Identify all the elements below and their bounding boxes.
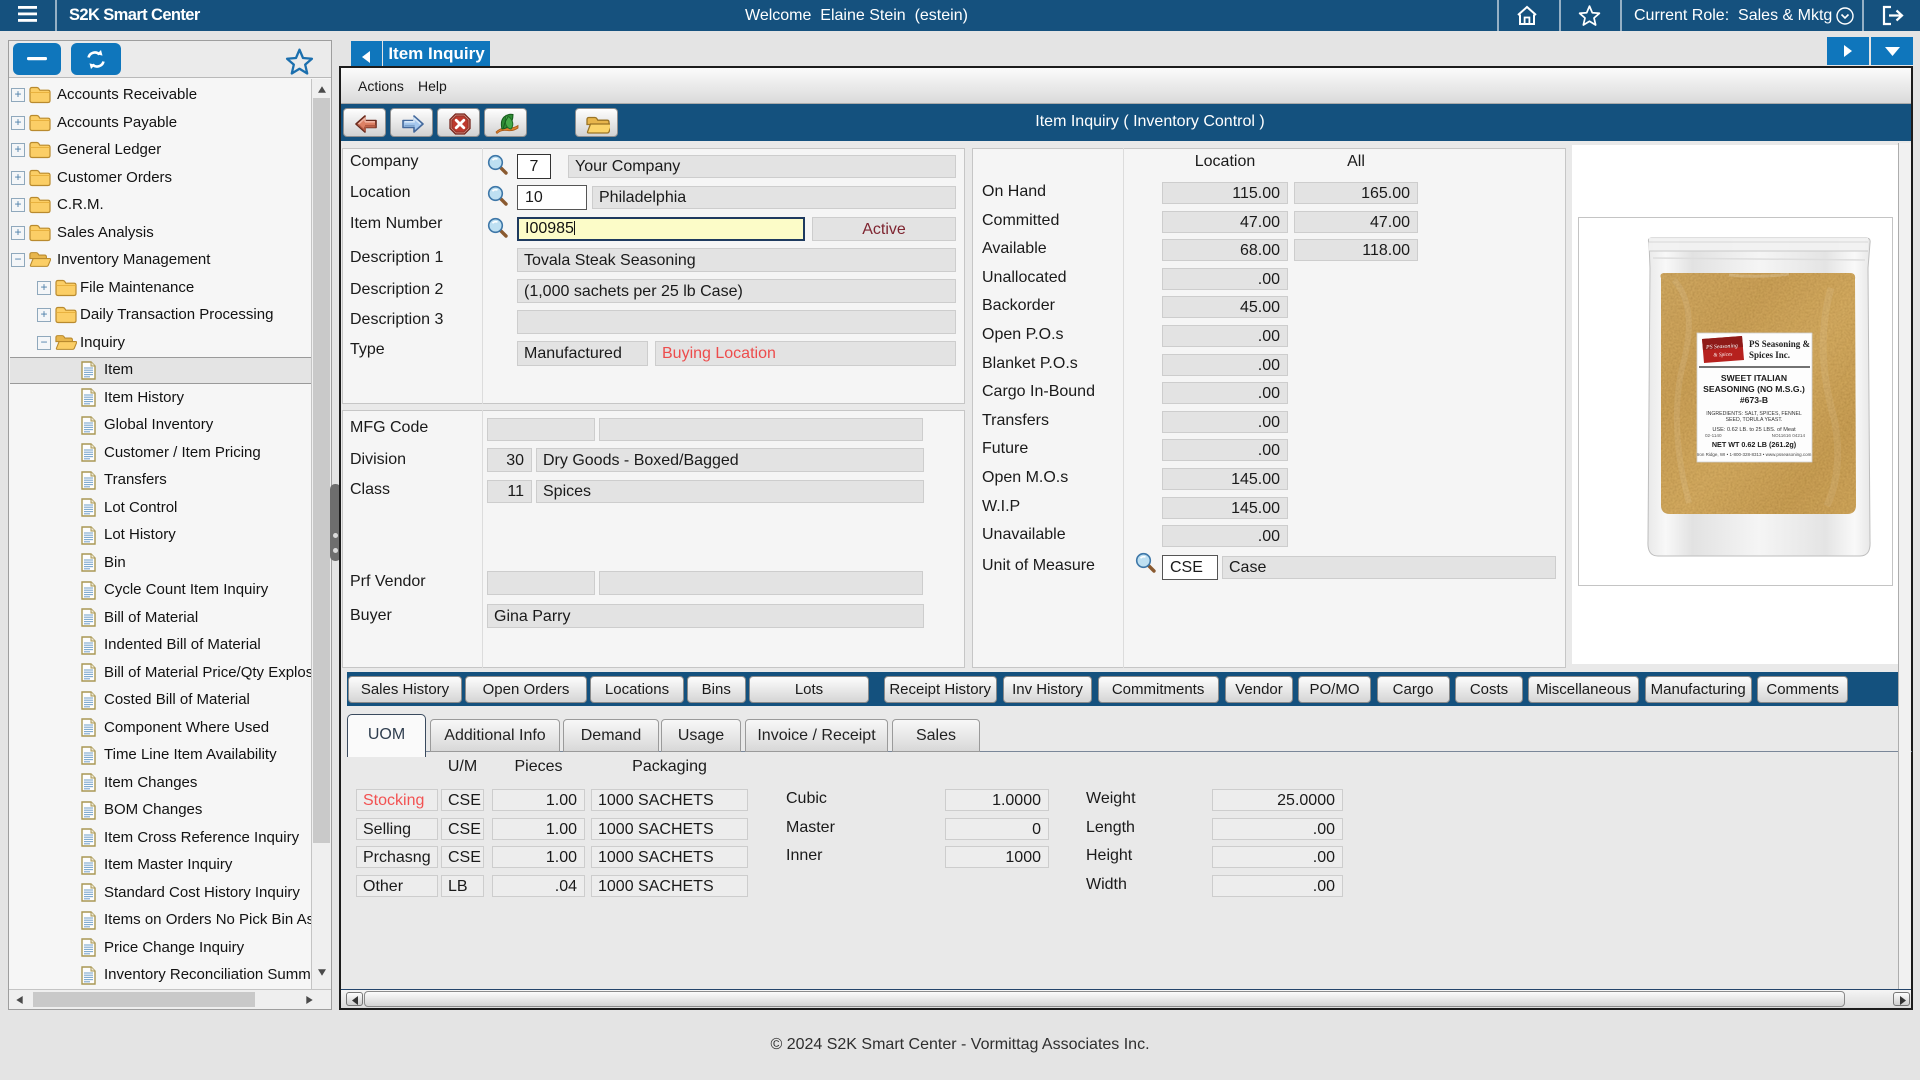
svg-text:Iron Ridge, WI • 1-800-328-831: Iron Ridge, WI • 1-800-328-8313 • www.ps…	[1697, 452, 1812, 457]
svg-text:#673-B: #673-B	[1740, 395, 1768, 405]
svg-text:Spices Inc.: Spices Inc.	[1749, 350, 1790, 360]
svg-text:PS Seasoning &: PS Seasoning &	[1749, 339, 1811, 349]
svg-text:NO11616 04214: NO11616 04214	[1772, 433, 1806, 438]
svg-text:SWEET ITALIAN: SWEET ITALIAN	[1721, 373, 1787, 383]
svg-text:NET WT 0.62 LB (261.2g): NET WT 0.62 LB (261.2g)	[1712, 440, 1797, 449]
svg-text:& Spices: & Spices	[1713, 352, 1732, 359]
svg-text:SEASONING (NO M.S.G.): SEASONING (NO M.S.G.)	[1703, 384, 1805, 394]
svg-text:02-1140: 02-1140	[1705, 433, 1722, 438]
svg-text:SEED, TORULA YEAST.: SEED, TORULA YEAST.	[1726, 417, 1783, 423]
